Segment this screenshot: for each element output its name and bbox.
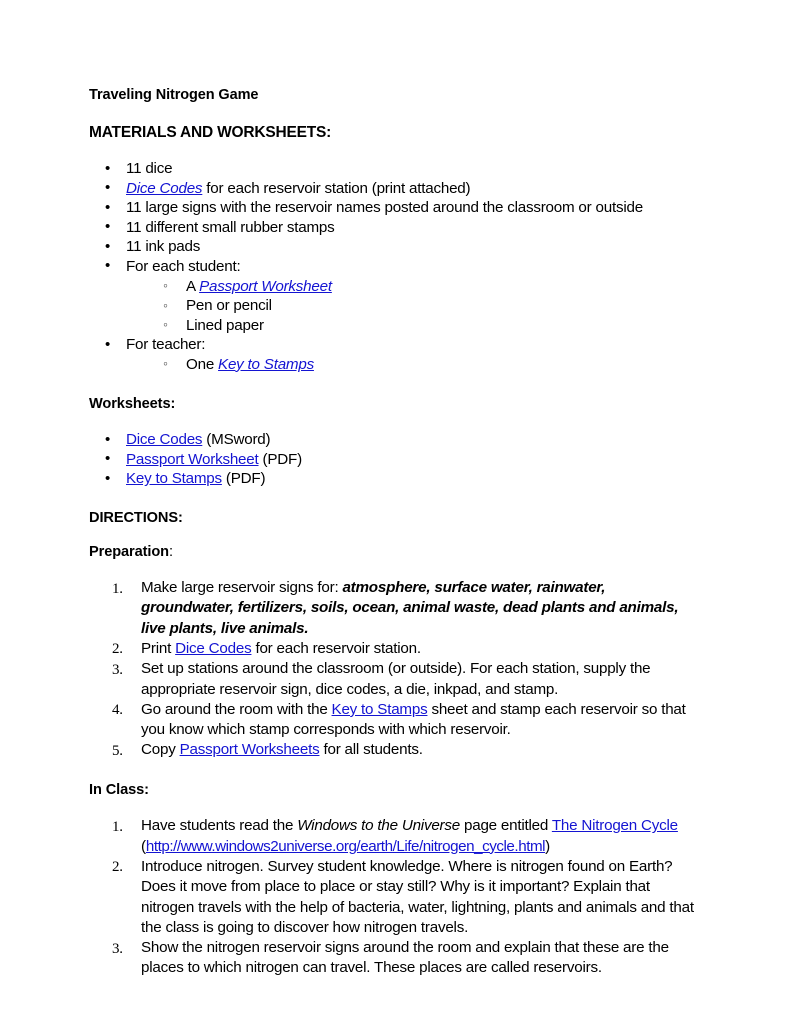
preparation-heading-label: Preparation — [89, 543, 169, 560]
list-item: 11 ink pads — [89, 237, 701, 257]
prep-step1-prefix: Make large reservoir signs for: — [141, 579, 343, 597]
list-item: Print Dice Codes for each reservoir stat… — [89, 639, 701, 660]
directions-heading: DIRECTIONS: — [89, 509, 183, 526]
prep-dice-codes-link[interactable]: Dice Codes — [175, 640, 252, 657]
list-item: 11 large signs with the reservoir names … — [89, 198, 701, 218]
list-item: Lined paper — [89, 315, 701, 336]
list-item: A Passport Worksheet — [89, 276, 701, 297]
nitrogen-cycle-link[interactable]: The Nitrogen Cycle — [552, 817, 678, 834]
lined-paper: Lined paper — [186, 316, 264, 334]
passport-worksheet-link[interactable]: Passport Worksheet — [199, 278, 332, 295]
worksheet-passport-format: (PDF) — [258, 450, 303, 468]
in-class-steps-list: Have students read the Windows to the Un… — [89, 816, 701, 978]
pen-or-pencil: Pen or pencil — [186, 297, 272, 315]
list-item: For teacher: — [89, 335, 701, 355]
worksheet-key-to-stamps-format: (PDF) — [221, 470, 266, 488]
teacher-materials-list: For teacher: — [89, 335, 701, 355]
worksheet-dice-codes-format: (MSword) — [202, 431, 271, 449]
worksheet-passport-link[interactable]: Passport Worksheet — [126, 451, 259, 468]
list-item: Make large reservoir signs for: atmosphe… — [89, 578, 701, 639]
nitrogen-cycle-url-link[interactable]: http://www.windows2universe.org/earth/Li… — [146, 838, 546, 855]
prep-step5-suffix: for all students. — [319, 741, 423, 759]
inclass-step2: Introduce nitrogen. Survey student knowl… — [141, 857, 694, 936]
preparation-heading-colon: : — [169, 543, 173, 560]
prep-step2-prefix: Print — [141, 639, 176, 657]
materials-item-dice: 11 dice — [126, 160, 173, 177]
materials-item-for-each-student: For each student: — [126, 257, 241, 275]
list-item: Passport Worksheet (PDF) — [89, 449, 701, 470]
dice-codes-link[interactable]: Dice Codes — [126, 180, 203, 197]
worksheet-dice-codes-link[interactable]: Dice Codes — [126, 431, 203, 448]
inclass-step1-prefix: Have students read the — [141, 817, 298, 835]
worksheet-key-to-stamps-link[interactable]: Key to Stamps — [126, 470, 222, 487]
document-title: Traveling Nitrogen Game — [89, 87, 259, 103]
prep-step4-prefix: Go around the room with the — [141, 700, 332, 718]
list-item: Dice Codes (MSword) — [89, 430, 701, 450]
list-item: Pen or pencil — [89, 296, 701, 316]
list-item: Show the nitrogen reservoir signs around… — [89, 938, 701, 979]
prep-passport-worksheets-link[interactable]: Passport Worksheets — [180, 741, 320, 758]
list-item: Key to Stamps (PDF) — [89, 469, 701, 489]
prep-step2-suffix: for each reservoir station. — [251, 639, 421, 657]
materials-item-dice-codes-text: for each reservoir station (print attach… — [202, 179, 471, 197]
list-item: 11 different small rubber stamps — [89, 217, 701, 238]
publication-name: Windows to the Universe — [297, 817, 460, 835]
materials-item-stamps: 11 different small rubber stamps — [126, 218, 335, 236]
materials-item-for-teacher: For teacher: — [126, 336, 206, 354]
list-item: One Key to Stamps — [89, 354, 701, 375]
materials-item-signs: 11 large signs with the reservoir names … — [126, 199, 643, 217]
preparation-steps-list: Make large reservoir signs for: atmosphe… — [89, 578, 701, 762]
key-to-stamps-prefix: One — [186, 355, 219, 373]
worksheets-heading: Worksheets: — [89, 395, 176, 412]
list-item: 11 dice — [89, 159, 701, 179]
list-item: Set up stations around the classroom (or… — [89, 659, 701, 700]
inclass-step1-middle: page entitled — [460, 817, 552, 835]
materials-item-inkpads: 11 ink pads — [126, 238, 201, 256]
student-materials-sublist: A Passport Worksheet Pen or pencil Lined… — [89, 276, 701, 336]
prep-step5-prefix: Copy — [141, 741, 180, 759]
list-item: Introduce nitrogen. Survey student knowl… — [89, 857, 701, 938]
prep-step3: Set up stations around the classroom (or… — [141, 660, 651, 698]
materials-heading: MATERIALS AND WORKSHEETS: — [89, 123, 332, 141]
list-item: Have students read the Windows to the Un… — [89, 816, 701, 857]
inclass-step1-close-paren: ) — [545, 837, 550, 855]
preparation-heading: Preparation: — [89, 543, 701, 560]
document-page: Traveling Nitrogen Game MATERIALS AND WO… — [0, 0, 791, 1024]
inclass-step3: Show the nitrogen reservoir signs around… — [141, 939, 669, 977]
worksheets-list: Dice Codes (MSword) Passport Worksheet (… — [89, 430, 701, 489]
key-to-stamps-link[interactable]: Key to Stamps — [218, 356, 314, 373]
in-class-heading: In Class: — [89, 781, 149, 798]
list-item: Dice Codes for each reservoir station (p… — [89, 178, 701, 199]
materials-list: 11 dice Dice Codes for each reservoir st… — [89, 159, 701, 277]
teacher-materials-sublist: One Key to Stamps — [89, 354, 701, 375]
prep-key-to-stamps-link[interactable]: Key to Stamps — [332, 701, 428, 718]
list-item: Go around the room with the Key to Stamp… — [89, 700, 701, 741]
list-item: For each student: — [89, 256, 701, 277]
list-item: Copy Passport Worksheets for all student… — [89, 740, 701, 762]
passport-prefix: A — [186, 277, 200, 295]
